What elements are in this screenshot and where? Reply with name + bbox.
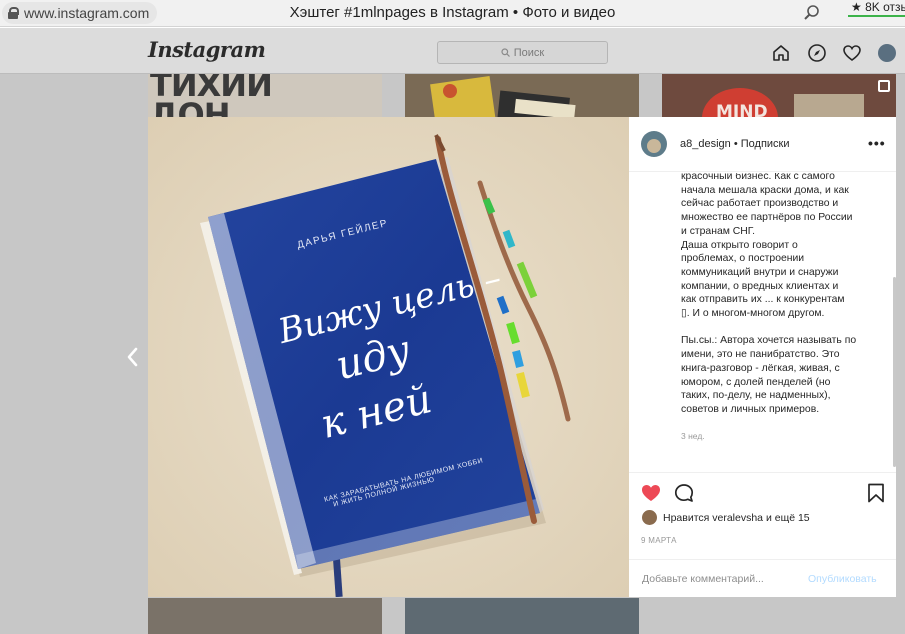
post-sidebar: a8_design • Подписки ••• красочный бизне… bbox=[629, 117, 896, 597]
instagram-header: Instagram Поиск bbox=[0, 28, 905, 74]
author-username[interactable]: a8_design bbox=[680, 138, 731, 150]
caption-line: книга-разговор - лёгкая, живая, с bbox=[681, 362, 840, 374]
post-caption: красочный бизнес. Как с самого начала меш… bbox=[681, 173, 881, 473]
caption-line: сейчас работает производство и bbox=[681, 198, 839, 210]
bookmark-icon[interactable] bbox=[865, 482, 887, 504]
profile-avatar[interactable] bbox=[878, 44, 896, 62]
caption-line: начала мешала краски дома, и как bbox=[681, 184, 849, 196]
reviews-badge[interactable]: ★ 8K отзы bbox=[848, 0, 905, 17]
liked-heart-icon[interactable] bbox=[640, 482, 662, 504]
caption-line: проблемах, о построении bbox=[681, 253, 805, 265]
comment-form: Добавьте комментарий... Опубликовать bbox=[629, 559, 896, 599]
search-input[interactable]: Поиск bbox=[437, 41, 608, 64]
instagram-logo[interactable]: Instagram bbox=[148, 37, 266, 62]
caption-line: советов и личных примеров. bbox=[681, 403, 820, 415]
browser-toolbar: www.instagram.com Хэштег #1mlnpages в In… bbox=[0, 0, 905, 27]
heart-icon[interactable] bbox=[842, 43, 862, 63]
separator-dot: • bbox=[730, 138, 741, 150]
caption-line bbox=[681, 321, 881, 335]
home-icon[interactable] bbox=[771, 43, 791, 63]
caption-line: и странам СНГ. bbox=[681, 225, 756, 237]
liker-avatar[interactable] bbox=[642, 510, 657, 525]
caption-line: компании, о вредных клиентах и bbox=[681, 280, 839, 292]
comment-icon[interactable] bbox=[673, 482, 695, 504]
caption-line: как отправить их ... к конкурентам bbox=[681, 294, 845, 306]
caption-line: Пы.сы.: Автора хочется называть по bbox=[681, 335, 857, 347]
post-date: 9 МАРТА bbox=[641, 536, 677, 545]
publish-button[interactable]: Опубликовать bbox=[808, 573, 877, 585]
caption-line: таких, по-делу, не надменных), bbox=[681, 390, 831, 402]
caption-line: красочный бизнес. Как с самого bbox=[681, 173, 835, 182]
more-options-icon[interactable]: ••• bbox=[868, 135, 886, 151]
grid-post-5[interactable] bbox=[405, 598, 639, 634]
likes-row: Нравится veralevsha и ещё 15 bbox=[642, 510, 810, 525]
caption-scrollbar[interactable] bbox=[893, 277, 896, 467]
author-avatar[interactable] bbox=[641, 131, 667, 157]
previous-post-arrow[interactable] bbox=[125, 346, 139, 368]
post-actions: Нравится veralevsha и ещё 15 9 МАРТА Доб… bbox=[629, 472, 896, 602]
explore-icon[interactable] bbox=[807, 43, 827, 63]
search-icon[interactable] bbox=[803, 4, 821, 22]
caption-line: Даша открыто говорит о bbox=[681, 239, 798, 251]
caption-line: коммуникаций внутри и снаружи bbox=[681, 266, 839, 278]
caption-date: 3 нед. bbox=[681, 431, 705, 441]
caption-line: ▯. И о многом-многом другом. bbox=[681, 308, 825, 320]
caption-line: множество ее партнёров по России bbox=[681, 212, 853, 224]
caption-line: имени, это не панибратство. Это bbox=[681, 349, 840, 361]
grid-post-4[interactable] bbox=[148, 598, 382, 634]
likes-text[interactable]: Нравится veralevsha и ещё 15 bbox=[663, 512, 810, 524]
follow-status[interactable]: Подписки bbox=[741, 138, 790, 150]
comment-input[interactable]: Добавьте комментарий... bbox=[642, 573, 764, 585]
author-line: a8_design • Подписки bbox=[680, 138, 790, 150]
search-placeholder: Поиск bbox=[513, 46, 545, 59]
painted-sticks bbox=[434, 134, 571, 524]
caption-line: юмором, с долей пенделей (но bbox=[681, 376, 831, 388]
search-icon bbox=[501, 48, 510, 57]
post-header: a8_design • Подписки ••• bbox=[629, 117, 896, 172]
post-photo[interactable]: ДАРЬЯ ГЕЙЛЕР Вижу цель – иду к ней КАК З… bbox=[148, 117, 629, 597]
page-title: Хэштег #1mlnpages в Instagram • Фото и в… bbox=[289, 4, 616, 21]
